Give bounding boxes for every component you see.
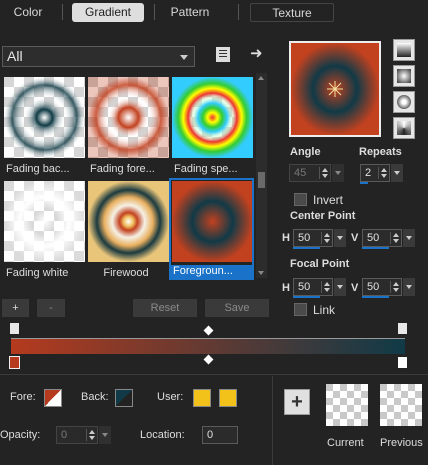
library-filter-dropdown[interactable]: All	[2, 46, 195, 67]
angle-spinner: 45	[289, 164, 331, 182]
focal-h-slider[interactable]	[293, 296, 320, 298]
focal-v-label: V	[351, 282, 359, 294]
library-scrollbar[interactable]	[256, 73, 267, 278]
tab-texture[interactable]: Texture	[250, 3, 334, 22]
gradient-label: Foregroun...	[171, 265, 252, 279]
opacity-label: Opacity:	[0, 429, 41, 441]
gradient-label: Fading white	[6, 267, 69, 279]
tab-pattern[interactable]: Pattern	[162, 3, 218, 22]
opacity-stop-left[interactable]	[9, 322, 20, 335]
previous-swatch[interactable]	[380, 384, 422, 426]
add-swatch-button[interactable]: +	[284, 389, 310, 415]
previous-label: Previous	[380, 437, 423, 449]
tab-color[interactable]: Color	[4, 3, 52, 22]
repeats-label: Repeats	[359, 146, 402, 158]
bottom-vdivider	[272, 376, 273, 465]
chevron-down-icon	[180, 55, 188, 60]
opacity-spinner: 0	[56, 426, 98, 444]
repeats-dropdown[interactable]	[391, 164, 403, 182]
center-v-dropdown[interactable]	[403, 229, 415, 247]
angle-label: Angle	[290, 146, 321, 158]
opacity-dropdown	[99, 426, 111, 444]
focal-h-dropdown[interactable]	[334, 278, 346, 296]
style-sunburst-button[interactable]	[393, 91, 415, 113]
color-stop-left[interactable]	[9, 356, 20, 369]
user-swatch-1[interactable]	[193, 389, 211, 407]
link-checkbox[interactable]	[294, 303, 307, 316]
gradient-thumb-fading-background[interactable]	[4, 77, 85, 158]
arrow-right-icon[interactable]: ➜	[250, 44, 263, 62]
invert-label: Invert	[313, 193, 344, 207]
location-label: Location:	[140, 429, 185, 441]
repeats-spinner[interactable]: 2	[360, 164, 390, 182]
library-scroll-thumb[interactable]	[258, 172, 265, 188]
angle-dropdown	[332, 164, 344, 182]
gradient-preview[interactable]	[289, 41, 381, 137]
gradient-thumb-fading-spectrum[interactable]	[172, 77, 253, 158]
center-v-value[interactable]: 50	[367, 232, 379, 244]
current-swatch[interactable]	[326, 384, 368, 426]
remove-gradient-button[interactable]: -	[37, 299, 65, 317]
focal-point-label: Focal Point	[290, 258, 350, 270]
gradient-label: Fading spe...	[174, 163, 238, 175]
location-value[interactable]: 0	[207, 429, 213, 441]
center-v-slider[interactable]	[362, 247, 389, 249]
center-h-spinner[interactable]: 50	[293, 229, 333, 247]
focal-v-dropdown[interactable]	[403, 278, 415, 296]
repeats-slider[interactable]	[360, 182, 368, 184]
center-point-label: Center Point	[290, 210, 356, 222]
center-h-dropdown[interactable]	[334, 229, 346, 247]
repeats-value[interactable]: 2	[365, 167, 371, 179]
style-radial-button[interactable]	[393, 117, 415, 139]
user-label: User:	[157, 391, 184, 403]
center-h-slider[interactable]	[293, 247, 320, 249]
gradient-label: Firewood	[103, 267, 149, 279]
tab-divider	[154, 4, 155, 20]
library-filter-value: All	[7, 48, 23, 64]
tab-divider	[62, 4, 63, 20]
fore-label: Fore:	[10, 391, 36, 403]
fore-swatch[interactable]	[44, 389, 62, 407]
color-midpoint[interactable]	[203, 354, 214, 365]
color-stop-right[interactable]	[397, 356, 408, 369]
tab-gradient[interactable]: Gradient	[72, 3, 144, 22]
focal-v-slider[interactable]	[362, 296, 389, 298]
focal-v-value[interactable]: 50	[367, 281, 379, 293]
center-v-label: V	[351, 232, 359, 244]
user-swatch-2[interactable]	[219, 389, 237, 407]
angle-value: 45	[294, 167, 307, 179]
back-label: Back:	[81, 391, 109, 403]
gradient-label: Fading fore...	[90, 163, 155, 175]
library-menu-icon[interactable]	[216, 47, 230, 62]
current-label: Current	[327, 437, 364, 449]
add-gradient-button[interactable]: +	[2, 299, 29, 317]
reset-button[interactable]: Reset	[133, 299, 197, 317]
center-v-spinner[interactable]: 50	[362, 229, 402, 247]
bottom-divider	[0, 374, 428, 375]
back-swatch[interactable]	[115, 389, 133, 407]
location-field[interactable]: 0	[202, 426, 238, 444]
opacity-midpoint[interactable]	[203, 325, 214, 336]
opacity-value: 0	[61, 429, 68, 441]
gradient-thumb-fading-white[interactable]	[4, 181, 85, 262]
gradient-thumb-firewood[interactable]	[88, 181, 169, 262]
style-rectangular-button[interactable]	[393, 65, 415, 87]
opacity-stop-right[interactable]	[397, 322, 408, 335]
focal-h-spinner[interactable]: 50	[293, 278, 333, 296]
style-linear-button[interactable]	[393, 39, 415, 61]
gradient-label: Fading bac...	[6, 163, 70, 175]
center-h-value[interactable]: 50	[298, 232, 310, 244]
center-h-label: H	[282, 232, 290, 244]
focal-h-label: H	[282, 282, 290, 294]
save-button[interactable]: Save	[205, 299, 269, 317]
gradient-ramp[interactable]	[11, 338, 405, 354]
focal-v-spinner[interactable]: 50	[362, 278, 402, 296]
link-label: Link	[313, 303, 336, 317]
tab-divider	[238, 4, 239, 20]
focal-h-value[interactable]: 50	[298, 281, 310, 293]
invert-checkbox[interactable]	[294, 193, 307, 206]
gradient-thumb-fading-foreground[interactable]	[88, 77, 169, 158]
